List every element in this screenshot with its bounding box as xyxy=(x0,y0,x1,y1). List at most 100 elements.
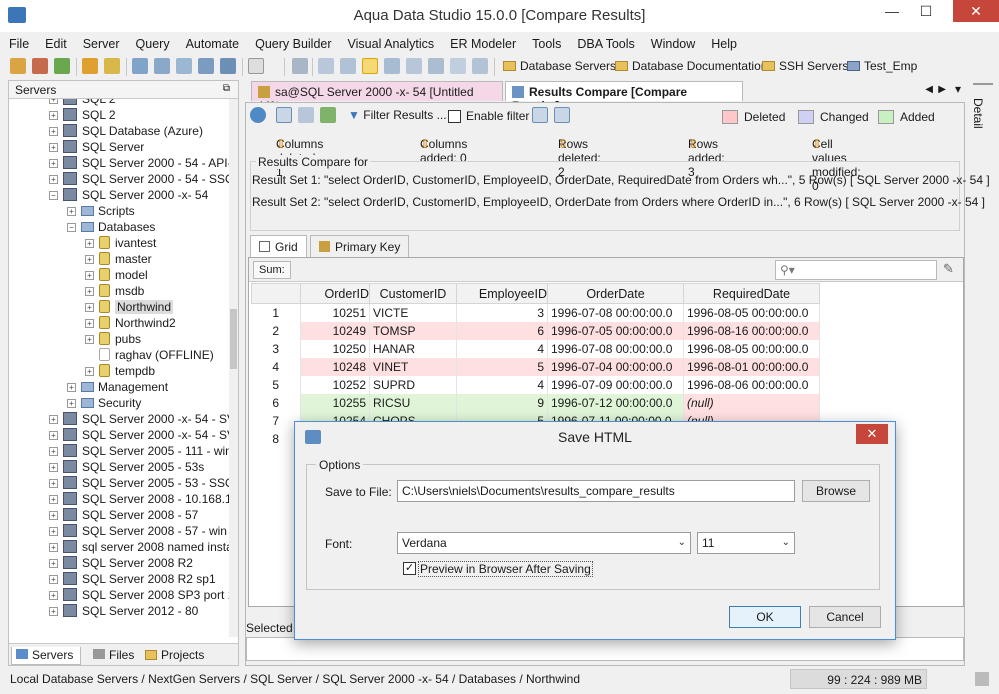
expand-icon[interactable]: + xyxy=(85,303,94,312)
table-cell[interactable]: 9 xyxy=(456,393,548,412)
tree-item[interactable]: + Northwind2 xyxy=(85,315,176,331)
table-cell[interactable]: 1996-08-16 00:00:00.0 xyxy=(683,321,820,340)
preview-checkbox[interactable]: ✓ xyxy=(403,562,416,575)
enable-filter-checkbox[interactable] xyxy=(448,110,461,123)
split-horizontal-icon[interactable] xyxy=(532,107,548,123)
new-document-icon[interactable] xyxy=(248,58,264,74)
save-icon[interactable] xyxy=(276,107,292,123)
tree-item[interactable]: + master xyxy=(85,251,152,267)
layout-1-icon[interactable] xyxy=(318,58,334,74)
table-cell[interactable]: 10252 xyxy=(300,375,370,394)
tree-item[interactable]: + SQL 2 xyxy=(49,99,116,107)
preview-label[interactable]: Preview in Browser After Saving xyxy=(418,561,593,577)
grid-search-input[interactable]: ⚲▾ xyxy=(775,260,937,280)
expand-icon[interactable]: + xyxy=(49,559,58,568)
tree-item[interactable]: + SQL Server 2005 - 111 - wind xyxy=(49,443,231,459)
table-cell[interactable]: 1996-07-09 00:00:00.0 xyxy=(547,375,684,394)
expand-icon[interactable]: + xyxy=(85,367,94,376)
table-row[interactable]: 3 10250 HANAR 4 1996-07-08 00:00:00.0 1996-08… xyxy=(251,339,820,358)
table-cell[interactable]: SUPRD xyxy=(369,375,457,394)
monitor-icon[interactable] xyxy=(220,58,236,74)
table-cell[interactable]: RICSU xyxy=(369,393,457,412)
tab-servers[interactable]: Servers xyxy=(11,647,81,665)
layout-2-icon[interactable] xyxy=(340,58,356,74)
server-properties-icon[interactable] xyxy=(32,58,48,74)
collapse-icon[interactable]: − xyxy=(67,223,76,232)
arrow-down-icon[interactable]: ⇩ xyxy=(688,137,698,151)
expand-icon[interactable]: + xyxy=(49,143,58,152)
arrow-down-icon[interactable]: ⇩ xyxy=(812,137,822,151)
tab-grid[interactable]: Grid xyxy=(250,235,307,257)
output-box[interactable] xyxy=(246,637,964,661)
layout-7-icon[interactable] xyxy=(450,58,466,74)
expand-icon[interactable]: + xyxy=(49,479,58,488)
tree-item[interactable]: + SQL Server 2000 -x- 54 - SVN xyxy=(49,427,231,443)
table-cell[interactable]: VINET xyxy=(369,357,457,376)
table-row[interactable]: 4 10248 VINET 5 1996-07-04 00:00:00.0 1996-08… xyxy=(251,357,820,376)
tab-list-icon[interactable]: ▾ xyxy=(955,82,961,96)
expand-icon[interactable]: + xyxy=(49,607,58,616)
table-row[interactable]: 2 10249 TOMSP 6 1996-07-05 00:00:00.0 1996-08… xyxy=(251,321,820,340)
tree-item[interactable]: + SQL Server 2008 SP3 port 14 xyxy=(49,587,231,603)
tree-scrollbar[interactable] xyxy=(229,99,238,637)
table-row[interactable]: 1 10251 VICTE 3 1996-07-08 00:00:00.0 1996-08… xyxy=(251,303,820,322)
table-cell[interactable]: 6 xyxy=(456,321,548,340)
table-cell[interactable]: HANAR xyxy=(369,339,457,358)
tree-item[interactable]: +raghav (OFFLINE) xyxy=(85,347,214,363)
split-vertical-icon[interactable] xyxy=(554,107,570,123)
column-header[interactable]: RequiredDate xyxy=(683,283,820,304)
layout-6-icon[interactable] xyxy=(428,58,444,74)
database-servers-link[interactable]: Database Servers xyxy=(503,59,616,73)
menu-er-modeler[interactable]: ER Modeler xyxy=(441,34,523,51)
table-cell[interactable]: 5 xyxy=(456,357,548,376)
connect-icon[interactable] xyxy=(54,58,70,74)
menu-file[interactable]: File xyxy=(0,34,36,51)
tree-item[interactable]: + pubs xyxy=(85,331,141,347)
tree-item[interactable]: + SQL Server 2005 - 53s xyxy=(49,459,204,475)
refresh-icon[interactable] xyxy=(250,107,266,123)
restore-panel-icon[interactable]: ⧉ xyxy=(223,83,230,94)
notes-icon[interactable] xyxy=(292,58,308,74)
column-header[interactable]: CustomerID xyxy=(369,283,457,304)
expand-icon[interactable]: + xyxy=(49,415,58,424)
tree-item[interactable]: + Security xyxy=(67,395,141,411)
export-icon[interactable] xyxy=(320,107,336,123)
tab-projects[interactable]: Projects xyxy=(141,647,208,665)
compare-icon[interactable] xyxy=(132,58,148,74)
expand-icon[interactable]: + xyxy=(85,239,94,248)
table-cell[interactable]: 1996-07-12 00:00:00.0 xyxy=(547,393,684,412)
table-icon[interactable] xyxy=(176,58,192,74)
expand-icon[interactable]: + xyxy=(49,431,58,440)
arrow-down-icon[interactable]: ⇩ xyxy=(420,137,430,151)
expand-icon[interactable]: + xyxy=(49,99,58,104)
server-tree[interactable]: + SQL 2 + SQL 2 + SQL Database (Azure) + SQL Se… xyxy=(9,99,231,637)
table-cell[interactable]: VICTE xyxy=(369,303,457,322)
cancel-button[interactable]: Cancel xyxy=(809,606,881,628)
menu-server[interactable]: Server xyxy=(74,34,127,51)
collapse-icon[interactable]: − xyxy=(49,191,58,200)
tree-item[interactable]: + SQL Server 2008 - 57 - win a xyxy=(49,523,231,539)
settings-icon[interactable]: ✎ xyxy=(943,261,954,277)
tree-item[interactable]: + msdb xyxy=(85,283,144,299)
tree-item[interactable]: + SQL Server 2012 - 80 xyxy=(49,603,198,619)
column-header[interactable]: EmployeeID xyxy=(456,283,548,304)
table-cell[interactable]: 10250 xyxy=(300,339,370,358)
menu-automate[interactable]: Automate xyxy=(177,34,247,51)
execute-icon[interactable] xyxy=(104,58,120,74)
table-cell[interactable]: 10248 xyxy=(300,357,370,376)
table-cell[interactable]: 3 xyxy=(456,303,548,322)
ssh-servers-link[interactable]: SSH Servers xyxy=(762,59,848,73)
layout-3-icon[interactable] xyxy=(362,58,378,74)
tree-item[interactable]: + SQL Server xyxy=(49,139,144,155)
expand-icon[interactable]: + xyxy=(67,399,76,408)
table-row[interactable]: 5 10252 SUPRD 4 1996-07-09 00:00:00.0 1996-08… xyxy=(251,375,820,394)
query-icon[interactable] xyxy=(82,58,98,74)
save-to-input[interactable]: C:\Users\niels\Documents\results_compare… xyxy=(397,480,795,502)
tree-item[interactable]: − SQL Server 2000 -x- 54 xyxy=(49,187,208,203)
expand-icon[interactable]: + xyxy=(49,591,58,600)
table-cell[interactable]: 1996-07-08 00:00:00.0 xyxy=(547,303,684,322)
expand-icon[interactable]: + xyxy=(49,127,58,136)
table-cell[interactable]: (null) xyxy=(683,393,820,412)
tree-item[interactable]: + ivantest xyxy=(85,235,156,251)
tree-item[interactable]: + SQL Server 2008 - 57 xyxy=(49,507,198,523)
